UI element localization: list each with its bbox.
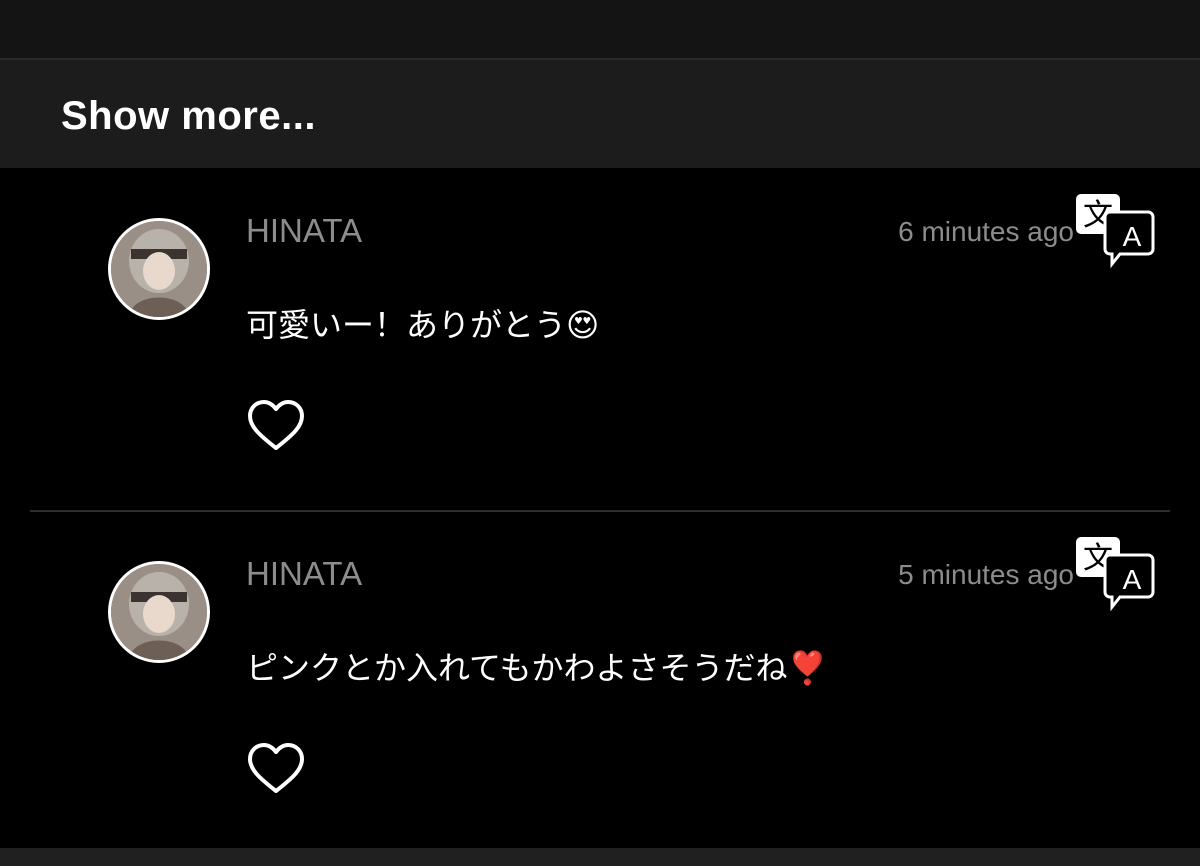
translate-icon[interactable]: 文 A — [1074, 535, 1156, 612]
top-strip — [0, 0, 1200, 58]
comment-username[interactable]: HINATA — [246, 555, 362, 593]
comment-text: ピンクとか入れてもかわよさそうだね❣️ — [246, 649, 828, 687]
avatar[interactable] — [108, 561, 210, 663]
bottom-strip — [0, 848, 1200, 866]
show-more-label: Show more... — [61, 94, 316, 138]
show-more-button[interactable]: Show more... — [0, 58, 1200, 168]
heart-outline-icon[interactable] — [246, 398, 306, 454]
avatar[interactable] — [108, 218, 210, 320]
comment-divider — [30, 510, 1170, 512]
svg-text:A: A — [1123, 564, 1142, 595]
comment-username[interactable]: HINATA — [246, 212, 362, 250]
comment-item: HINATA 6 minutes ago 文 A 可愛いー！ありがとう😍 — [30, 170, 1170, 510]
heart-outline-icon[interactable] — [246, 741, 306, 797]
comment-timestamp: 5 minutes ago — [898, 559, 1074, 590]
comment-text: 可愛いー！ありがとう😍 — [246, 306, 600, 344]
comment-item: HINATA 5 minutes ago 文 A ピンクとか入れてもかわよさそう… — [30, 513, 1170, 853]
comment-timestamp: 6 minutes ago — [898, 216, 1074, 247]
translate-icon[interactable]: 文 A — [1074, 192, 1156, 269]
svg-text:A: A — [1123, 221, 1142, 252]
